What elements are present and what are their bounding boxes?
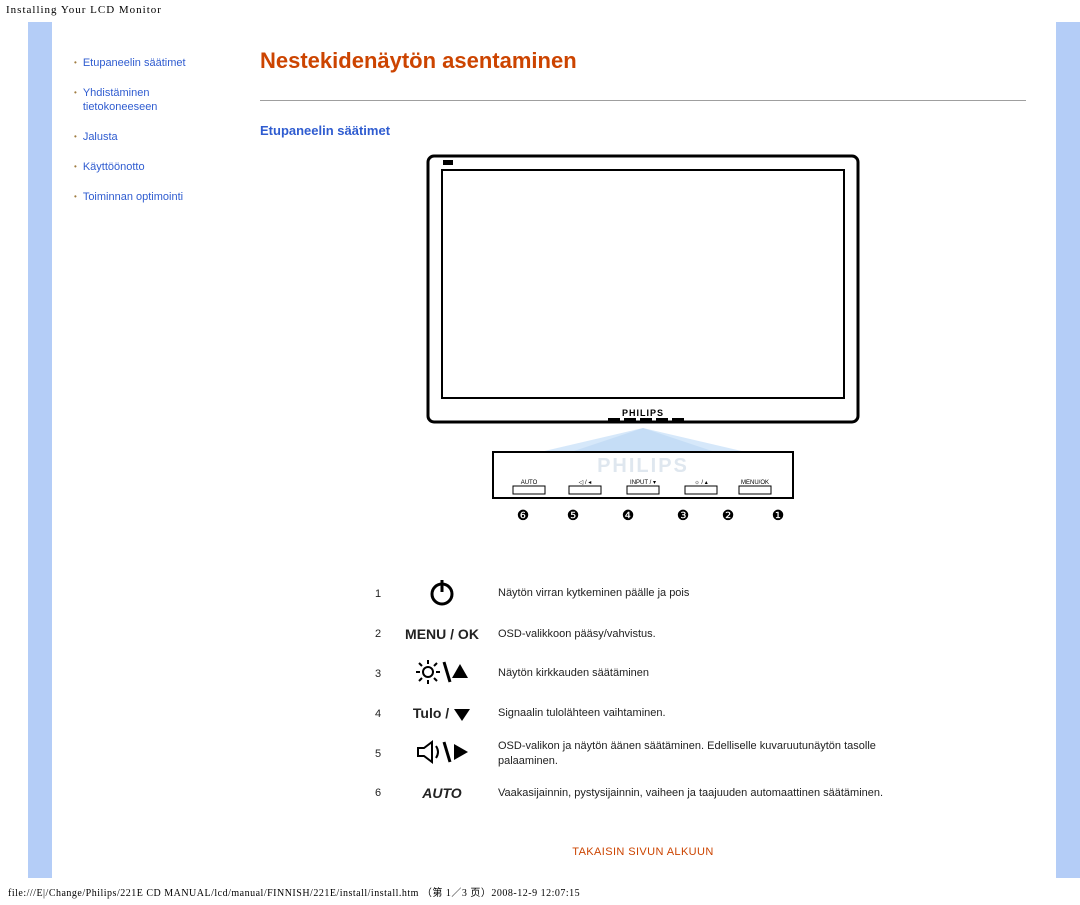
- monitor-svg: PHILIPS PHILIPS: [383, 148, 903, 538]
- bullet-icon: •: [74, 86, 77, 99]
- control-number: 4: [369, 704, 387, 723]
- control-description: OSD-valikkoon pääsy/vahvistus.: [497, 625, 917, 643]
- svg-text:AUTO: AUTO: [521, 480, 538, 486]
- content: Nestekidenäytön asentaminen Etupaneelin …: [232, 22, 1080, 878]
- svg-text:PHILIPS: PHILIPS: [597, 455, 689, 477]
- control-number: 3: [369, 657, 387, 690]
- table-row: 6 AUTO Vaakasijainnin, pystysijainnin, v…: [369, 784, 917, 802]
- svg-text:❹: ❹: [622, 507, 635, 523]
- svg-text:INPUT / ▾: INPUT / ▾: [630, 480, 656, 486]
- sidebar-item-label[interactable]: Käyttöönotto: [83, 160, 145, 174]
- svg-text:☼ / ▴: ☼ / ▴: [694, 480, 708, 486]
- svg-text:❸: ❸: [677, 507, 690, 523]
- sidebar-item-front-controls[interactable]: • Etupaneelin säätimet: [74, 56, 224, 70]
- controls-table: 1 Näytön virran kytkeminen päälle ja poi…: [357, 562, 929, 816]
- control-description: Vaakasijainnin, pystysijainnin, vaiheen …: [497, 784, 917, 802]
- bullet-icon: •: [74, 130, 77, 143]
- page-title: Nestekidenäytön asentaminen: [260, 48, 1026, 74]
- monitor-illustration: PHILIPS PHILIPS: [260, 144, 1026, 538]
- table-row: 4 Tulo / Signaalin tulolähteen vaihtamin…: [369, 704, 917, 723]
- sidebar-item-getting-started[interactable]: • Käyttöönotto: [74, 160, 224, 174]
- sidebar-item-base[interactable]: • Jalusta: [74, 130, 224, 144]
- auto-label: AUTO: [399, 784, 485, 802]
- control-number: 2: [369, 625, 387, 643]
- power-icon: [399, 576, 485, 611]
- input-down-label: Tulo /: [399, 704, 485, 723]
- back-to-top[interactable]: TAKAISIN SIVUN ALKUUN: [260, 846, 1026, 858]
- section-heading-front-controls: Etupaneelin säätimet: [260, 123, 1026, 138]
- table-row: 3: [369, 657, 917, 690]
- bullet-icon: •: [74, 56, 77, 69]
- svg-text:❶: ❶: [772, 507, 785, 523]
- menu-ok-label: MENU / OK: [399, 625, 485, 643]
- control-number: 6: [369, 784, 387, 802]
- footer-path: file:///E|/Change/Philips/221E CD MANUAL…: [0, 878, 1080, 905]
- sidebar-item-label[interactable]: Yhdistäminen tietokoneeseen: [83, 86, 224, 114]
- control-number: 1: [369, 576, 387, 611]
- volume-left-icon: [399, 737, 485, 770]
- svg-text:❻: ❻: [517, 507, 530, 523]
- bullet-icon: •: [74, 190, 77, 203]
- back-to-top-link[interactable]: TAKAISIN SIVUN ALKUUN: [572, 846, 713, 858]
- control-number: 5: [369, 737, 387, 770]
- control-description: OSD-valikon ja näytön äänen säätäminen. …: [497, 737, 917, 770]
- svg-text:PHILIPS: PHILIPS: [622, 408, 664, 418]
- divider: [260, 100, 1026, 101]
- sidebar-item-label[interactable]: Jalusta: [83, 130, 118, 144]
- sidebar-item-optimizing[interactable]: • Toiminnan optimointi: [74, 190, 224, 204]
- sidebar-item-label[interactable]: Etupaneelin säätimet: [83, 56, 186, 70]
- table-row: 2 MENU / OK OSD-valikkoon pääsy/vahvistu…: [369, 625, 917, 643]
- svg-text:❺: ❺: [567, 507, 580, 523]
- left-gutter: [0, 22, 28, 878]
- svg-text:❷: ❷: [722, 507, 735, 523]
- table-row: 1 Näytön virran kytkeminen päälle ja poi…: [369, 576, 917, 611]
- bullet-icon: •: [74, 160, 77, 173]
- sidebar: • Etupaneelin säätimet • Yhdistäminen ti…: [28, 22, 232, 878]
- brightness-up-icon: [399, 657, 485, 690]
- page-header-tab: Installing Your LCD Monitor: [0, 0, 1080, 22]
- sidebar-item-label[interactable]: Toiminnan optimointi: [83, 190, 183, 204]
- table-row: 5 OSD-valikon ja näytön äänen säätäminen…: [369, 737, 917, 770]
- svg-text:◁ / ◂: ◁ / ◂: [579, 480, 592, 486]
- control-description: Näytön virran kytkeminen päälle ja pois: [497, 576, 917, 611]
- sidebar-item-connect-computer[interactable]: • Yhdistäminen tietokoneeseen: [74, 86, 224, 114]
- control-description: Signaalin tulolähteen vaihtaminen.: [497, 704, 917, 723]
- control-description: Näytön kirkkauden säätäminen: [497, 657, 917, 690]
- svg-text:MENU/OK: MENU/OK: [741, 480, 769, 486]
